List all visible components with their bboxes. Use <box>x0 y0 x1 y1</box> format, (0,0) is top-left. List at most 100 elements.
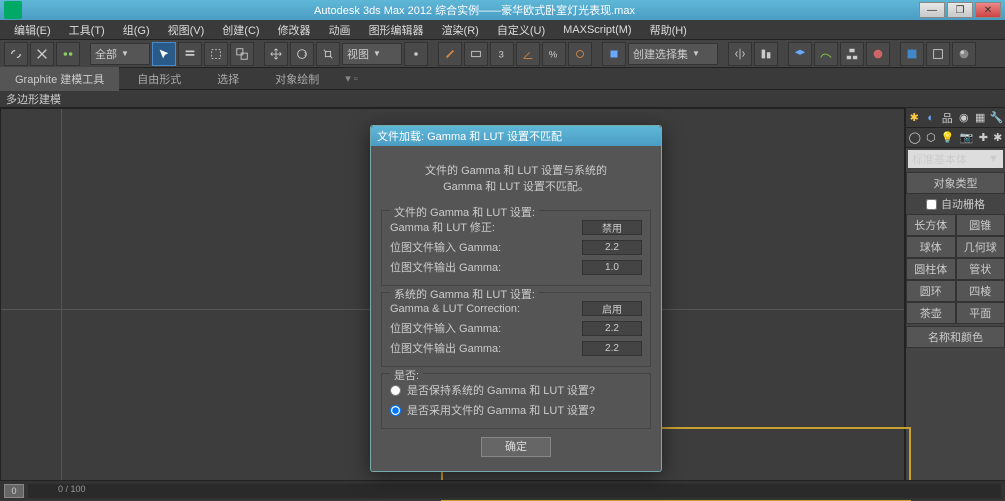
time-slider[interactable]: 0 <box>4 484 24 498</box>
close-button[interactable]: ✕ <box>975 2 1001 18</box>
adopt-file-label: 是否采用文件的 Gamma 和 LUT 设置? <box>407 402 595 418</box>
menu-modifiers[interactable]: 修改器 <box>270 20 319 40</box>
file-correction-value: 禁用 <box>582 220 642 235</box>
link-button[interactable] <box>4 42 28 66</box>
render-setup-button[interactable] <box>900 42 924 66</box>
dialog-title: 文件加载: Gamma 和 LUT 设置不匹配 <box>371 126 661 146</box>
window-titlebar: Autodesk 3ds Max 2012 综合实例——豪华欧式卧室灯光表现.m… <box>0 0 1005 20</box>
keep-system-radio[interactable] <box>390 385 401 396</box>
menu-maxscript[interactable]: MAXScript(M) <box>555 22 639 38</box>
helpers-icon[interactable]: ✚ <box>979 131 988 144</box>
render-button[interactable] <box>952 42 976 66</box>
menu-help[interactable]: 帮助(H) <box>642 20 695 40</box>
ok-button[interactable]: 确定 <box>481 437 551 457</box>
btn-cylinder[interactable]: 圆柱体 <box>906 258 956 280</box>
btn-pyramid[interactable]: 四棱 <box>956 280 1005 302</box>
lights-icon[interactable]: 💡 <box>941 131 955 144</box>
named-selection-dropdown[interactable]: 创建选择集▼ <box>628 43 718 65</box>
display-tab-icon[interactable]: ▦ <box>973 111 987 125</box>
scale-button[interactable] <box>316 42 340 66</box>
minimize-button[interactable]: — <box>919 2 945 18</box>
btn-cone[interactable]: 圆锥 <box>956 214 1005 236</box>
ribbon-tab-graphite[interactable]: Graphite 建模工具 <box>0 67 119 91</box>
menu-view[interactable]: 视图(V) <box>160 20 213 40</box>
menu-customize[interactable]: 自定义(U) <box>489 20 553 40</box>
manipulate-button[interactable] <box>438 42 462 66</box>
menu-tools[interactable]: 工具(T) <box>61 20 113 40</box>
bind-button[interactable] <box>56 42 80 66</box>
keyboard-shortcut-button[interactable] <box>464 42 488 66</box>
selset-label: 创建选择集 <box>633 46 688 62</box>
create-tab-icon[interactable]: ✱ <box>907 111 921 125</box>
keep-system-label: 是否保持系统的 Gamma 和 LUT 设置? <box>407 382 595 398</box>
select-region-button[interactable] <box>204 42 228 66</box>
ribbon-tab-freeform[interactable]: 自由形式 <box>119 68 199 90</box>
timeline-track[interactable]: 0 / 100 <box>28 484 1001 498</box>
ribbon-expand-icon[interactable]: ▾ ▫ <box>345 72 357 85</box>
ribbon-subbar: 多边形建模 <box>0 90 1005 108</box>
reference-coord-dropdown[interactable]: 视图▼ <box>342 43 402 65</box>
autogrid-label: 自动栅格 <box>941 196 985 212</box>
window-title: Autodesk 3ds Max 2012 综合实例——豪华欧式卧室灯光表现.m… <box>30 2 919 18</box>
motion-tab-icon[interactable]: ◉ <box>957 111 971 125</box>
move-button[interactable] <box>264 42 288 66</box>
align-button[interactable] <box>754 42 778 66</box>
timeline-range: 0 / 100 <box>58 484 86 494</box>
selection-filter-dropdown[interactable]: 全部▼ <box>90 43 150 65</box>
btn-torus[interactable]: 圆环 <box>906 280 956 302</box>
systems-icon[interactable]: ✱ <box>993 131 1002 144</box>
select-button[interactable] <box>152 42 176 66</box>
select-name-button[interactable] <box>178 42 202 66</box>
shapes-icon[interactable]: ⬡ <box>926 131 936 144</box>
angle-snap-button[interactable] <box>516 42 540 66</box>
menu-render[interactable]: 渲染(R) <box>434 20 487 40</box>
ribbon-tab-paint[interactable]: 对象绘制 <box>257 68 337 90</box>
modify-tab-icon[interactable]: ◐ <box>924 111 938 125</box>
edit-selection-button[interactable] <box>602 42 626 66</box>
timeline[interactable]: 0 0 / 100 <box>0 480 1005 500</box>
ribbon-tab-select[interactable]: 选择 <box>199 68 257 90</box>
menu-create[interactable]: 创建(C) <box>214 20 267 40</box>
btn-sphere[interactable]: 球体 <box>906 236 956 258</box>
object-type-header[interactable]: 对象类型 <box>906 172 1005 194</box>
curve-editor-button[interactable] <box>814 42 838 66</box>
filter-label: 全部 <box>95 46 117 62</box>
btn-geosphere[interactable]: 几何球 <box>956 236 1005 258</box>
btn-box[interactable]: 长方体 <box>906 214 956 236</box>
adopt-file-radio[interactable] <box>390 405 401 416</box>
name-color-header[interactable]: 名称和颜色 <box>906 326 1005 348</box>
viewport-divider-v <box>61 109 62 499</box>
menu-group[interactable]: 组(G) <box>115 20 158 40</box>
file-correction-label: Gamma 和 LUT 修正: <box>390 219 495 235</box>
unlink-button[interactable] <box>30 42 54 66</box>
hierarchy-tab-icon[interactable]: 品 <box>940 111 954 125</box>
percent-snap-button[interactable]: % <box>542 42 566 66</box>
menu-graph[interactable]: 图形编辑器 <box>361 20 432 40</box>
btn-teapot[interactable]: 茶壶 <box>906 302 956 324</box>
pivot-button[interactable] <box>404 42 428 66</box>
layer-button[interactable] <box>788 42 812 66</box>
system-settings-label: 系统的 Gamma 和 LUT 设置: <box>390 286 539 302</box>
rotate-button[interactable] <box>290 42 314 66</box>
utilities-tab-icon[interactable]: 🔧 <box>990 111 1004 125</box>
schematic-button[interactable] <box>840 42 864 66</box>
maximize-button[interactable]: ❐ <box>947 2 973 18</box>
category-dropdown[interactable]: 标准基本体▼ <box>908 150 1003 168</box>
file-input-label: 位图文件输入 Gamma: <box>390 239 501 255</box>
mirror-button[interactable] <box>728 42 752 66</box>
spinner-snap-button[interactable] <box>568 42 592 66</box>
btn-plane[interactable]: 平面 <box>956 302 1005 324</box>
cameras-icon[interactable]: 📷 <box>960 131 974 144</box>
autogrid-checkbox[interactable] <box>926 199 937 210</box>
menu-edit[interactable]: 编辑(E) <box>6 20 59 40</box>
geometry-icon[interactable]: ◯ <box>909 131 921 144</box>
gamma-mismatch-dialog: 文件加载: Gamma 和 LUT 设置不匹配 文件的 Gamma 和 LUT … <box>370 125 662 472</box>
snap-toggle-button[interactable]: 3 <box>490 42 514 66</box>
menu-animation[interactable]: 动画 <box>321 20 359 40</box>
main-toolbar: 全部▼ 视图▼ 3 % 创建选择集▼ <box>0 40 1005 68</box>
render-frame-button[interactable] <box>926 42 950 66</box>
sys-correction-label: Gamma & LUT Correction: <box>390 303 520 315</box>
material-editor-button[interactable] <box>866 42 890 66</box>
btn-tube[interactable]: 管状 <box>956 258 1005 280</box>
window-crossing-button[interactable] <box>230 42 254 66</box>
